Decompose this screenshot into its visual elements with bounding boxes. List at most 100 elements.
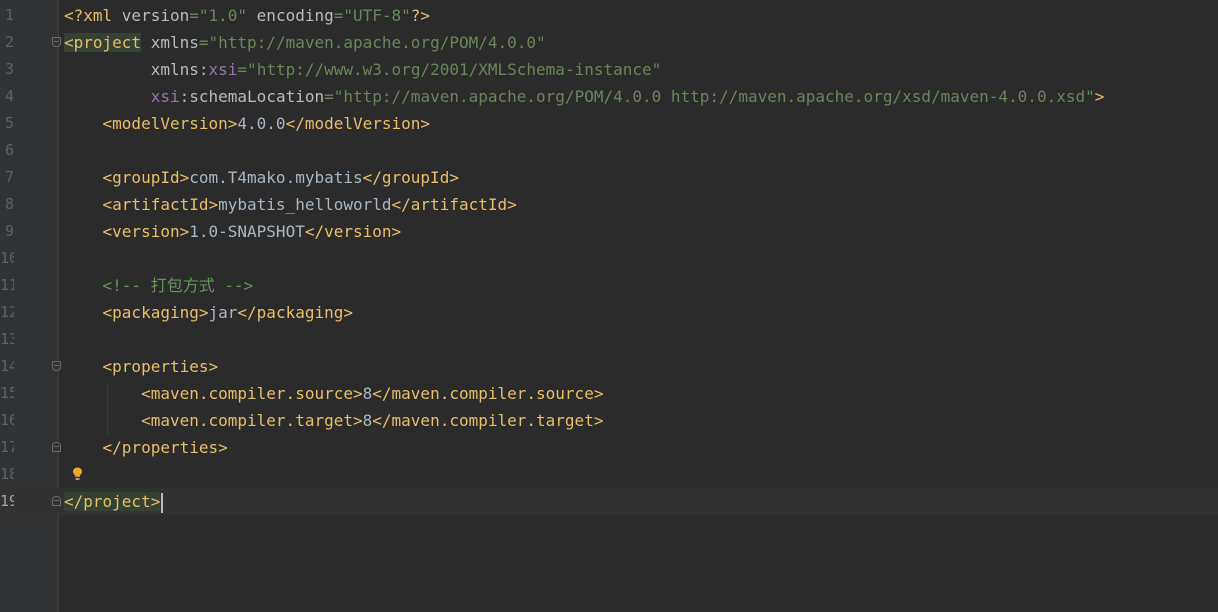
code-token: ="http://maven.apache.org/POM/4.0.0" <box>198 33 546 52</box>
code-text[interactable]: <modelVersion>4.0.0</modelVersion> <box>64 110 431 137</box>
code-line[interactable]: 12 <packaging>jar</packaging> <box>0 299 1218 326</box>
code-line[interactable]: 9 <version>1.0-SNAPSHOT</version> <box>0 218 1218 245</box>
code-token: 8 <box>362 384 373 403</box>
line-number: 6 <box>4 141 14 159</box>
code-token: <project <box>64 33 142 52</box>
code-token: <version> <box>102 222 190 241</box>
code-text[interactable]: <project xmlns="http://maven.apache.org/… <box>64 29 546 56</box>
code-token: ="UTF-8" <box>333 6 411 25</box>
code-text[interactable]: </properties> <box>64 434 228 461</box>
code-token: ="http://maven.apache.org/POM/4.0.0 http… <box>324 87 1095 106</box>
code-token: jar <box>208 303 238 322</box>
code-token: xmlns <box>150 33 199 52</box>
code-token: 4.0.0 <box>237 114 286 133</box>
code-line[interactable]: 14 <properties> <box>0 353 1218 380</box>
code-text[interactable]: <packaging>jar</packaging> <box>64 299 353 326</box>
code-token: <packaging> <box>102 303 209 322</box>
code-line[interactable]: 6 <box>0 137 1218 164</box>
code-token: </artifactId> <box>391 195 517 214</box>
code-token: version <box>121 6 190 25</box>
code-token: </project> <box>64 492 161 511</box>
code-line[interactable]: 1 <?xml version="1.0" encoding="UTF-8"?> <box>0 2 1218 29</box>
fold-marker-icon[interactable] <box>52 442 61 452</box>
line-number: 19 <box>0 492 14 510</box>
code-token: <artifactId> <box>102 195 219 214</box>
code-token: 1.0-SNAPSHOT <box>189 222 305 241</box>
line-number: 13 <box>0 330 14 348</box>
code-text[interactable]: <!-- 打包方式 --> <box>64 272 254 299</box>
code-line[interactable]: 15 <maven.compiler.source>8</maven.compi… <box>0 380 1218 407</box>
fold-marker-icon[interactable] <box>52 496 61 506</box>
line-number: 9 <box>4 222 14 240</box>
line-number: 2 <box>4 33 14 51</box>
code-line[interactable]: 17 </properties> <box>0 434 1218 461</box>
code-text[interactable]: xmlns:xsi="http://www.w3.org/2001/XMLSch… <box>64 56 662 83</box>
code-token: <maven.compiler.target> <box>141 411 363 430</box>
code-line[interactable]: 2 <project xmlns="http://maven.apache.org… <box>0 29 1218 56</box>
code-token: ="1.0" <box>189 6 257 25</box>
code-token: <?xml <box>64 6 122 25</box>
code-line[interactable]: 4 xsi:schemaLocation="http://maven.apach… <box>0 83 1218 110</box>
fold-marker-icon[interactable] <box>52 361 61 371</box>
code-line[interactable]: 19 </project> <box>0 488 1218 515</box>
line-number: 7 <box>4 168 14 186</box>
code-token: > <box>1094 87 1105 106</box>
lightbulb-icon[interactable] <box>72 467 83 481</box>
code-token: </properties> <box>102 438 228 457</box>
code-line[interactable]: 7 <groupId>com.T4mako.mybatis</groupId> <box>0 164 1218 191</box>
line-number: 14 <box>0 357 14 375</box>
code-line[interactable]: 5 <modelVersion>4.0.0</modelVersion> <box>0 110 1218 137</box>
code-line[interactable]: 18 <box>0 461 1218 488</box>
code-line[interactable]: 3 xmlns:xsi="http://www.w3.org/2001/XMLS… <box>0 56 1218 83</box>
code-editor[interactable]: 1 <?xml version="1.0" encoding="UTF-8"?> 2… <box>0 0 1218 612</box>
line-number: 15 <box>0 384 14 402</box>
code-line[interactable]: 8 <artifactId>mybatis_helloworld</artifa… <box>0 191 1218 218</box>
code-token: ?> <box>410 6 431 25</box>
line-number: 10 <box>0 249 14 267</box>
code-text[interactable]: <maven.compiler.source>8</maven.compiler… <box>64 380 603 407</box>
line-number: 12 <box>0 303 14 321</box>
code-line[interactable]: 13 <box>0 326 1218 353</box>
code-text[interactable]: <properties> <box>64 353 219 380</box>
code-token: </modelVersion> <box>285 114 431 133</box>
code-line[interactable]: 11 <!-- 打包方式 --> <box>0 272 1218 299</box>
code-token: 8 <box>362 411 373 430</box>
code-text[interactable]: <maven.compiler.target>8</maven.compiler… <box>64 407 603 434</box>
code-line[interactable]: 10 <box>0 245 1218 272</box>
code-token: <maven.compiler.source> <box>141 384 363 403</box>
code-token: <!-- 打包方式 --> <box>102 276 254 295</box>
code-token: </maven.compiler.source> <box>372 384 604 403</box>
code-text[interactable]: <?xml version="1.0" encoding="UTF-8"?> <box>64 2 430 29</box>
code-text[interactable]: <artifactId>mybatis_helloworld</artifact… <box>64 191 517 218</box>
code-token: : <box>179 87 190 106</box>
code-token: </packaging> <box>237 303 353 322</box>
code-token: xsi <box>208 60 238 79</box>
line-number: 5 <box>4 114 14 132</box>
code-token: </groupId> <box>362 168 459 187</box>
code-text[interactable]: <version>1.0-SNAPSHOT</version> <box>64 218 402 245</box>
code-token: encoding <box>256 6 334 25</box>
code-text[interactable]: <groupId>com.T4mako.mybatis</groupId> <box>64 164 459 191</box>
fold-marker-icon[interactable] <box>52 37 61 47</box>
code-line[interactable]: 16 <maven.compiler.target>8</maven.compi… <box>0 407 1218 434</box>
code-text[interactable]: </project> <box>64 488 164 515</box>
code-token: <groupId> <box>102 168 190 187</box>
line-number: 8 <box>4 195 14 213</box>
code-token: </maven.compiler.target> <box>372 411 604 430</box>
code-token: ="http://www.w3.org/2001/XMLSchema-insta… <box>237 60 662 79</box>
code-token: com.T4mako.mybatis <box>189 168 363 187</box>
code-lines[interactable]: 1 <?xml version="1.0" encoding="UTF-8"?> 2… <box>0 2 1218 515</box>
code-text[interactable]: xsi:schemaLocation="http://maven.apache.… <box>64 83 1105 110</box>
